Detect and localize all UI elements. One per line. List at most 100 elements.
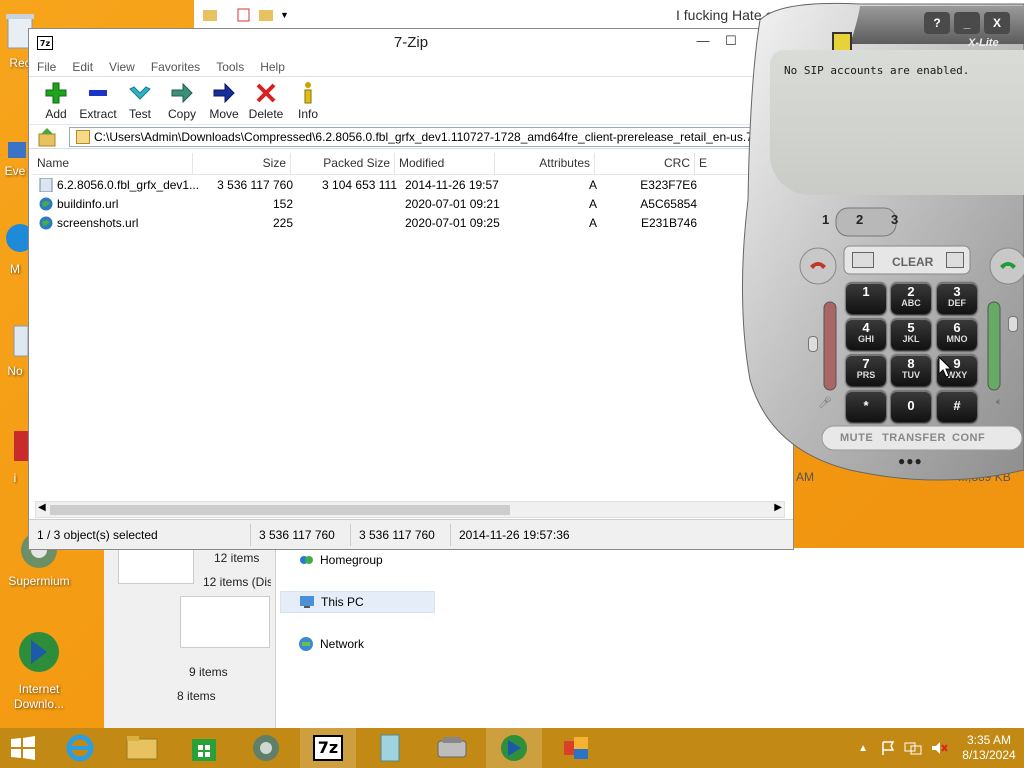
taskbar-7zip[interactable]: 7z: [300, 728, 356, 768]
scroll-right-icon[interactable]: ▶: [774, 502, 782, 513]
xlite-logo-icon[interactable]: [832, 32, 852, 52]
notepad-icon: [2, 320, 29, 362]
key-1[interactable]: 1: [846, 282, 886, 314]
menu-file[interactable]: File: [29, 57, 64, 76]
file-list: 6.2.8056.0.fbl_grfx_dev1.... 3 536 117 7…: [29, 175, 793, 232]
menu-favorites[interactable]: Favorites: [143, 57, 208, 76]
scroll-left-icon[interactable]: ◀: [38, 502, 46, 513]
line-3-button[interactable]: 3: [891, 212, 898, 227]
desktop-icon-label: Internet Downlo...: [13, 682, 65, 711]
file-row[interactable]: buildinfo.url 152 2020-07-01 09:21 A A5C…: [33, 194, 793, 213]
key-star[interactable]: *: [846, 390, 886, 422]
move-button[interactable]: Move: [203, 77, 245, 124]
scrollbar-thumb[interactable]: [50, 505, 510, 515]
path-input[interactable]: C:\Users\Admin\Downloads\Compressed\6.2.…: [69, 126, 793, 147]
toolbar-label: Test: [128, 107, 151, 121]
minimize-button[interactable]: _: [954, 12, 980, 34]
window-title: 7-Zip: [393, 34, 429, 51]
taskbar-idm[interactable]: [486, 728, 542, 768]
show-hidden-icons-icon[interactable]: ▲: [858, 743, 868, 754]
close-button[interactable]: X: [984, 12, 1010, 34]
hangup-icon[interactable]: [808, 256, 828, 276]
taskbar-window[interactable]: [362, 728, 418, 768]
delete-button[interactable]: Delete: [245, 77, 287, 124]
taskbar-xlite[interactable]: [424, 728, 480, 768]
column-encrypted[interactable]: E: [695, 153, 735, 174]
file-row[interactable]: screenshots.url 225 2020-07-01 09:25 A E…: [33, 213, 793, 232]
key-2[interactable]: 2 ABC: [891, 282, 931, 314]
transfer-button[interactable]: TRANSFER: [882, 432, 946, 444]
key-4[interactable]: 4 GHI: [846, 318, 886, 350]
desktop-icon-5[interactable]: i: [0, 425, 30, 485]
key-7[interactable]: 7 PRS: [846, 354, 886, 386]
more-dots-icon[interactable]: ●●●: [898, 454, 923, 468]
x-icon: [256, 83, 276, 103]
column-name[interactable]: Name: [33, 153, 193, 174]
properties-icon[interactable]: [236, 7, 252, 23]
copy-button[interactable]: Copy: [161, 77, 203, 124]
start-button[interactable]: [0, 728, 46, 768]
minimize-button[interactable]: —: [689, 31, 717, 51]
key-3[interactable]: 3 DEF: [937, 282, 977, 314]
taskbar-supermium[interactable]: [238, 728, 294, 768]
mute-button[interactable]: MUTE: [840, 432, 873, 444]
test-button[interactable]: Test: [119, 77, 161, 124]
clock[interactable]: 3:35 AM 8/13/2024: [954, 733, 1024, 763]
cell-modified: 2014-11-26 19:57: [405, 177, 499, 192]
column-attributes[interactable]: Attributes: [495, 153, 595, 174]
file-row[interactable]: 6.2.8056.0.fbl_grfx_dev1.... 3 536 117 7…: [33, 175, 793, 194]
menu-help[interactable]: Help: [252, 57, 293, 76]
key-5[interactable]: 5 JKL: [891, 318, 931, 350]
history-icon[interactable]: [946, 252, 964, 268]
menu-edit[interactable]: Edit: [64, 57, 101, 76]
desktop-icon-3[interactable]: M: [0, 220, 34, 276]
contacts-icon[interactable]: [852, 252, 874, 268]
key-0[interactable]: 0: [891, 390, 931, 422]
desktop-icon-idm[interactable]: Internet Downlo...: [4, 630, 74, 712]
shortcut-icon: [2, 140, 28, 162]
help-button[interactable]: ?: [924, 12, 950, 34]
nav-homegroup[interactable]: Homegroup: [280, 549, 440, 571]
chevron-down-icon[interactable]: ▼: [280, 10, 289, 20]
nav-this-pc[interactable]: This PC: [280, 591, 435, 613]
cell-crc: E323F7E6: [640, 177, 697, 192]
column-modified[interactable]: Modified: [395, 153, 495, 174]
nav-network[interactable]: Network: [280, 633, 440, 655]
item-count: 12 items: [214, 551, 260, 565]
menu-tools[interactable]: Tools: [208, 57, 252, 76]
column-packed-size[interactable]: Packed Size: [291, 153, 395, 174]
speaker-volume-slider[interactable]: [1008, 316, 1018, 332]
key-6[interactable]: 6 MNO: [937, 318, 977, 350]
menu-view[interactable]: View: [101, 57, 143, 76]
taskbar-office[interactable]: [548, 728, 604, 768]
up-folder-icon[interactable]: [37, 126, 59, 148]
office-icon: [564, 737, 588, 759]
extract-button[interactable]: Extract: [77, 77, 119, 124]
archive-icon: [76, 129, 90, 144]
item-count: 8 items: [177, 689, 216, 703]
volume-muted-icon[interactable]: [930, 740, 948, 756]
clear-button[interactable]: CLEAR: [892, 255, 933, 269]
mic-volume-slider[interactable]: [808, 336, 818, 352]
call-icon[interactable]: [998, 256, 1018, 276]
column-size[interactable]: Size: [193, 153, 291, 174]
column-crc[interactable]: CRC: [595, 153, 695, 174]
add-button[interactable]: Add: [35, 77, 77, 124]
key-hash[interactable]: #: [937, 390, 977, 422]
taskbar-file-explorer[interactable]: [114, 728, 170, 768]
taskbar-ie[interactable]: [52, 728, 108, 768]
key-8[interactable]: 8 TUV: [891, 354, 931, 386]
action-center-flag-icon[interactable]: [880, 740, 896, 756]
status-selection: 1 / 3 object(s) selected: [29, 523, 251, 546]
new-folder-icon[interactable]: [258, 7, 274, 23]
info-button[interactable]: Info: [287, 77, 329, 124]
conference-button[interactable]: CONF: [952, 432, 985, 444]
network-status-icon[interactable]: [904, 740, 922, 756]
desktop-icon-4[interactable]: No: [0, 320, 30, 378]
horizontal-scrollbar[interactable]: ◀ ▶: [35, 501, 785, 518]
taskbar-store[interactable]: [176, 728, 232, 768]
desktop-icon-2[interactable]: Eve: [0, 140, 30, 178]
folder-icon[interactable]: [202, 7, 218, 23]
line-2-button[interactable]: 2: [856, 212, 863, 227]
line-1-button[interactable]: 1: [822, 212, 829, 227]
